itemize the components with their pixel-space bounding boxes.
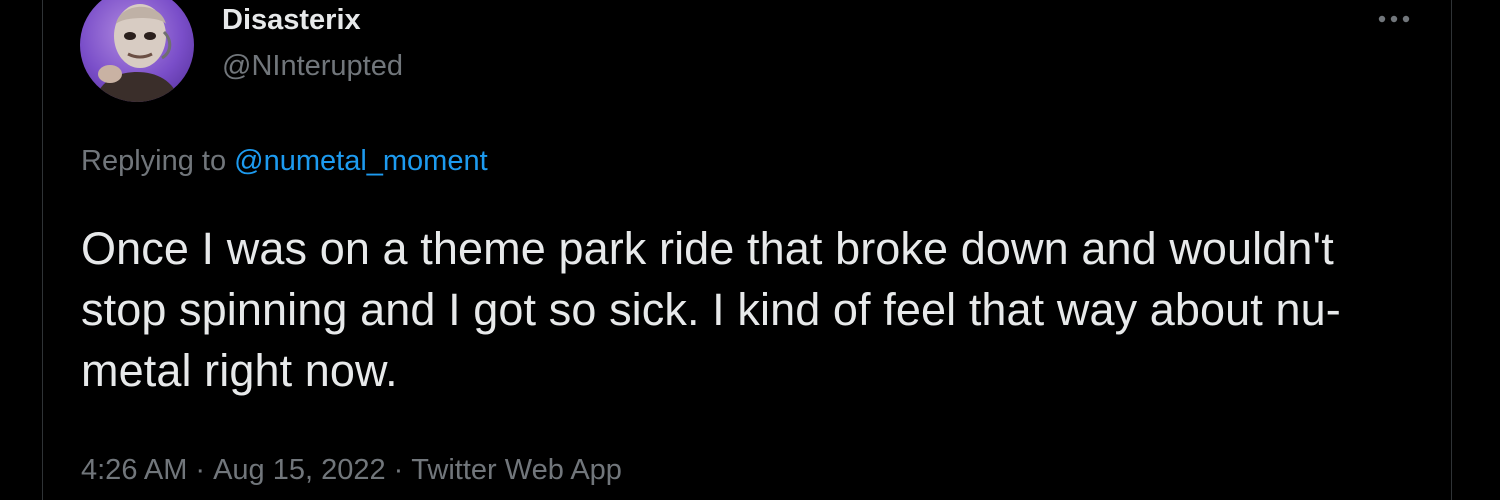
tweet-source: Twitter Web App [411,454,622,486]
replying-to-prefix: Replying to [81,145,227,177]
tweet-date[interactable]: Aug 15, 2022 [213,454,386,487]
meta-separator: · [393,454,404,486]
tweet-metadata: 4:26 AM · Aug 15, 2022 · Twitter Web App [81,454,622,487]
more-horizontal-icon [1378,15,1410,23]
author-display-name[interactable]: Disasterix [222,4,361,37]
replying-to-line: Replying to @numetal_moment [81,145,488,178]
tweet-text: Once I was on a theme park ride that bro… [81,223,1341,396]
reply-mention-link[interactable]: @numetal_moment [234,145,488,177]
meta-separator: · [195,454,206,486]
tweet-time[interactable]: 4:26 AM [81,454,187,487]
more-options-button[interactable] [1372,2,1416,36]
author-handle[interactable]: @NInterupted [222,50,403,83]
